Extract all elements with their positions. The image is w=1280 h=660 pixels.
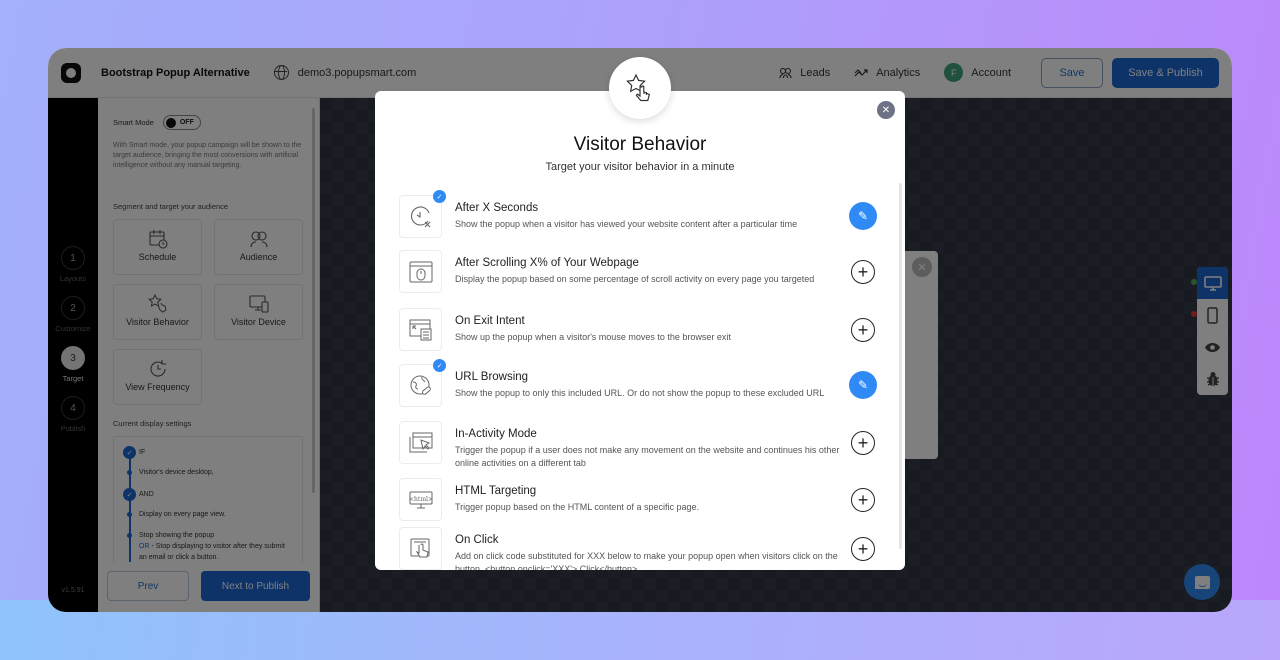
option-description: Display the popup based on some percenta… bbox=[455, 274, 815, 284]
modal-subtitle: Target your visitor behavior in a minute bbox=[545, 161, 735, 173]
option-description: Show up the popup when a visitor's mouse… bbox=[455, 332, 731, 342]
edit-pencil-icon[interactable]: ✎ bbox=[849, 371, 877, 399]
option-description: Add on click code substituted for XXX be… bbox=[455, 551, 838, 570]
tap-hand-icon bbox=[399, 527, 442, 570]
option-title: In-Activity Mode bbox=[455, 428, 537, 440]
option-title: After Scrolling X% of Your Webpage bbox=[455, 257, 639, 269]
html-monitor-icon: <html> bbox=[399, 478, 442, 521]
scroll-mouse-icon bbox=[399, 250, 442, 293]
option-description: Trigger the popup if a user does not mak… bbox=[455, 445, 840, 468]
exit-intent-icon bbox=[399, 308, 442, 351]
selected-check-icon: ✓ bbox=[433, 359, 446, 372]
svg-text:<html>: <html> bbox=[409, 496, 433, 503]
visitor-behavior-modal: ✕ Visitor Behavior Target your visitor b… bbox=[375, 91, 905, 570]
app-window: Bootstrap Popup Alternative demo3.popups… bbox=[48, 48, 1232, 612]
edit-pencil-icon[interactable]: ✎ bbox=[849, 202, 877, 230]
modal-title: Visitor Behavior bbox=[573, 134, 707, 155]
star-hand-icon bbox=[609, 57, 671, 119]
add-plus-icon[interactable]: + bbox=[851, 537, 875, 561]
option-title: After X Seconds bbox=[455, 202, 539, 214]
modal-scrollbar[interactable] bbox=[899, 183, 902, 549]
option-title: On Click bbox=[455, 534, 499, 546]
add-plus-icon[interactable]: + bbox=[851, 318, 875, 342]
add-plus-icon[interactable]: + bbox=[851, 431, 875, 455]
option-title: URL Browsing bbox=[455, 371, 529, 383]
selected-check-icon: ✓ bbox=[433, 190, 446, 203]
add-plus-icon[interactable]: + bbox=[851, 488, 875, 512]
add-plus-icon[interactable]: + bbox=[851, 260, 875, 284]
close-icon[interactable]: ✕ bbox=[877, 101, 895, 119]
option-description: Trigger popup based on the HTML content … bbox=[455, 502, 699, 512]
option-description: Show the popup to only this included URL… bbox=[455, 388, 825, 398]
option-title: On Exit Intent bbox=[455, 315, 525, 327]
option-description: Show the popup when a visitor has viewed… bbox=[455, 219, 798, 229]
window-cursor-icon bbox=[399, 421, 442, 464]
option-title: HTML Targeting bbox=[455, 485, 537, 497]
